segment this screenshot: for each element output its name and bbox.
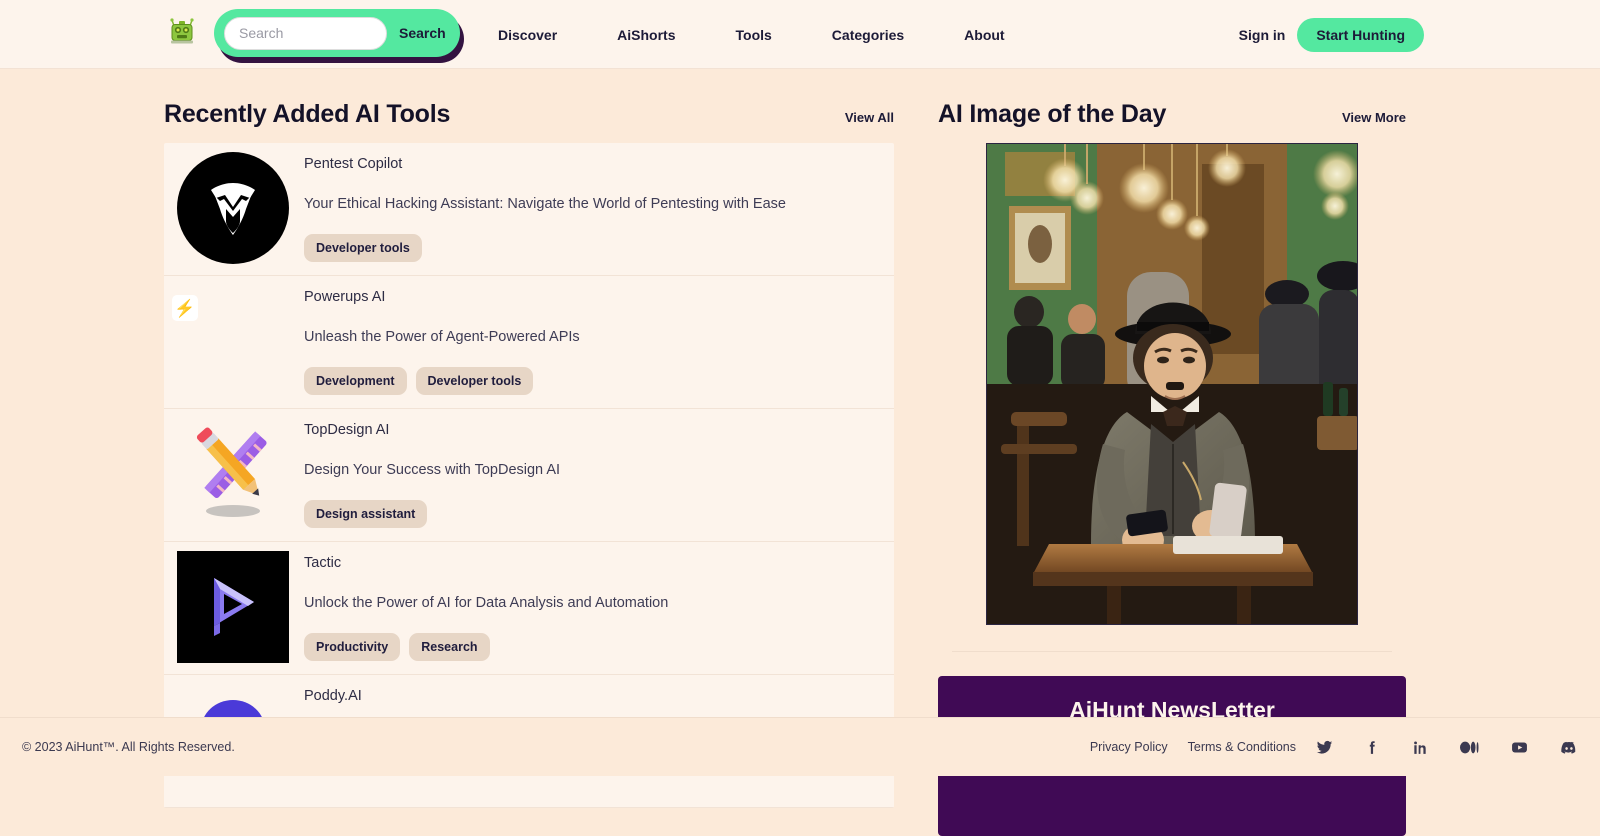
search-bar: Search — [214, 9, 460, 59]
terms-conditions-link[interactable]: Terms & Conditions — [1188, 740, 1296, 754]
tool-logo — [164, 143, 302, 273]
linkedin-icon[interactable] — [1412, 739, 1429, 756]
section-title: AI Image of the Day — [938, 100, 1166, 129]
tag-list: Productivity Research — [304, 633, 894, 661]
tag-list: Design assistant — [304, 500, 894, 528]
view-more-link[interactable]: View More — [1342, 110, 1406, 125]
table-row[interactable]: Pentest Copilot Your Ethical Hacking Ass… — [164, 143, 894, 276]
lightning-bolt-icon: ⚡ — [172, 295, 198, 321]
start-hunting-button[interactable]: Start Hunting — [1297, 18, 1424, 52]
ai-image-header: AI Image of the Day View More — [938, 69, 1406, 143]
primary-nav: Discover AiShorts Tools Categories About — [498, 0, 1005, 69]
tool-info: Tactic Unlock the Power of AI for Data A… — [302, 542, 894, 674]
nav-link-discover[interactable]: Discover — [498, 27, 557, 43]
tool-logo — [164, 542, 302, 672]
view-all-link[interactable]: View All — [845, 110, 894, 125]
search-input[interactable] — [224, 17, 387, 50]
tool-logo — [164, 409, 302, 536]
tool-description: Your Ethical Hacking Assistant: Navigate… — [304, 196, 894, 212]
discord-icon[interactable] — [1560, 739, 1578, 756]
tool-tag[interactable]: Research — [409, 633, 489, 661]
recently-added-header: Recently Added AI Tools View All — [164, 69, 894, 143]
tool-name: Tactic — [304, 555, 894, 571]
copyright-text: © 2023 AiHunt™. All Rights Reserved. — [22, 740, 235, 754]
robot-head-icon — [168, 18, 196, 51]
tool-name: Pentest Copilot — [304, 156, 894, 172]
tool-name: Poddy.AI — [304, 688, 894, 704]
sign-in-link[interactable]: Sign in — [1239, 27, 1286, 43]
tool-list: Pentest Copilot Your Ethical Hacking Ass… — [164, 143, 894, 808]
tool-info: TopDesign AI Design Your Success with To… — [302, 409, 894, 541]
tool-tag[interactable]: Development — [304, 367, 407, 395]
table-row[interactable]: TopDesign AI Design Your Success with To… — [164, 409, 894, 542]
pentest-copilot-shield-logo — [177, 152, 289, 264]
recently-added-section: Recently Added AI Tools View All Pente — [164, 69, 894, 808]
tool-logo: ⚡ Power Ups — [164, 276, 302, 340]
right-column-divider — [952, 651, 1392, 652]
table-row[interactable]: Tactic Unlock the Power of AI for Data A… — [164, 542, 894, 675]
tool-tag[interactable]: Design assistant — [304, 500, 427, 528]
footer-links: Privacy Policy Terms & Conditions — [1090, 739, 1578, 756]
main-content: Recently Added AI Tools View All Pente — [0, 69, 1600, 717]
twitter-icon[interactable] — [1316, 739, 1333, 756]
page-title: Recently Added AI Tools — [164, 100, 450, 129]
top-navbar: Search Discover AiShorts Tools Categorie… — [0, 0, 1600, 69]
tool-description: Design Your Success with TopDesign AI — [304, 462, 894, 478]
pencil-ruler-logo — [181, 418, 285, 527]
search-button[interactable]: Search — [399, 25, 446, 41]
tool-description: Unleash the Power of Agent-Powered APIs — [304, 329, 894, 345]
tool-description: Unlock the Power of AI for Data Analysis… — [304, 595, 894, 611]
nav-link-about[interactable]: About — [964, 27, 1004, 43]
tag-list: Developer tools — [304, 234, 894, 262]
medium-icon[interactable] — [1460, 739, 1479, 756]
site-logo[interactable] — [168, 13, 196, 55]
search-bar-pill: Search — [214, 9, 460, 57]
tag-list: Development Developer tools — [304, 367, 894, 395]
youtube-icon[interactable] — [1510, 739, 1529, 756]
site-footer: © 2023 AiHunt™. All Rights Reserved. Pri… — [0, 717, 1600, 776]
tactic-play-triangle-logo — [177, 551, 289, 663]
tool-tag[interactable]: Developer tools — [416, 367, 534, 395]
tool-info: Powerups AI Unleash the Power of Agent-P… — [302, 276, 894, 408]
tool-tag[interactable]: Developer tools — [304, 234, 422, 262]
powerups-logo-text: Power Ups — [206, 298, 302, 319]
tool-name: TopDesign AI — [304, 422, 894, 438]
tool-info: Pentest Copilot Your Ethical Hacking Ass… — [302, 143, 894, 275]
powerups-bolt-logo: ⚡ Power Ups — [164, 285, 302, 331]
nav-link-aishorts[interactable]: AiShorts — [617, 27, 675, 43]
nav-link-tools[interactable]: Tools — [736, 27, 772, 43]
privacy-policy-link[interactable]: Privacy Policy — [1090, 740, 1168, 754]
table-row[interactable]: ⚡ Power Ups Powerups AI Unleash the Powe… — [164, 276, 894, 409]
ai-image-of-the-day[interactable] — [986, 143, 1358, 625]
nav-link-categories[interactable]: Categories — [832, 27, 904, 43]
nav-account-actions: Sign in Start Hunting — [1239, 0, 1424, 69]
tool-name: Powerups AI — [304, 289, 894, 305]
tool-tag[interactable]: Productivity — [304, 633, 400, 661]
facebook-icon[interactable] — [1364, 739, 1381, 756]
